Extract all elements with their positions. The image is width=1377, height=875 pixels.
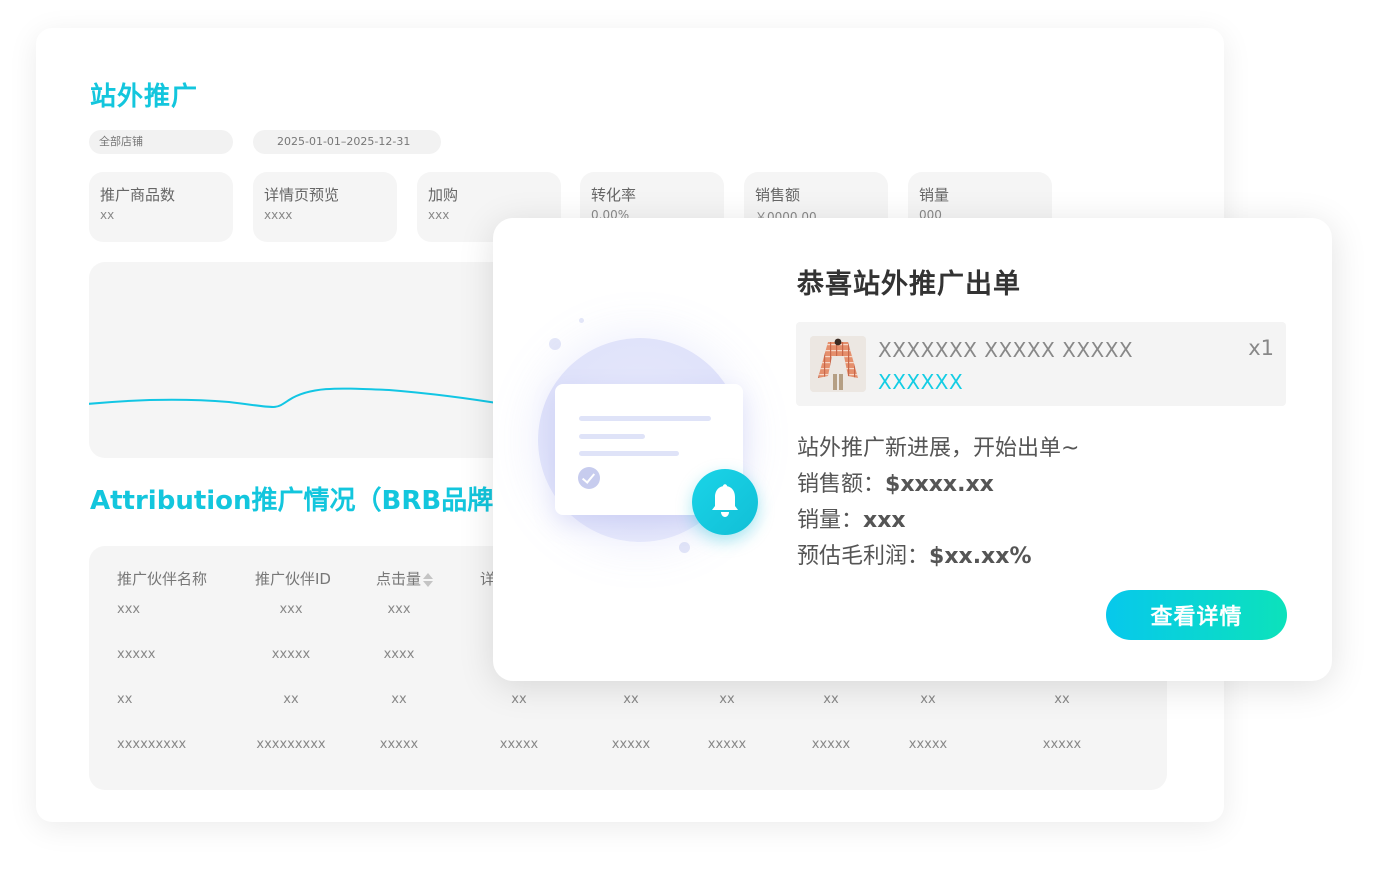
order-notification-popup: 恭喜站外推广出单 XXXXXXX XXXXX XXXXX XXXXXX x1 站… — [493, 218, 1332, 681]
table-cell: xxxxx — [908, 737, 948, 752]
metric-label: 销售额 — [755, 186, 801, 204]
doc-line — [579, 451, 679, 456]
metric-value: xx — [100, 208, 115, 222]
table-cell: xxxxx — [499, 737, 539, 752]
metric-label: 推广商品数 — [100, 186, 176, 204]
table-cell: xxxxxxxxx — [256, 737, 326, 752]
table-cell: xxx — [279, 602, 303, 617]
decor-dot — [549, 338, 561, 350]
sales-amount-label: 销售额： — [797, 472, 886, 497]
popup-title: 恭喜站外推广出单 — [797, 269, 1021, 300]
gross-margin-label: 预估毛利润： — [797, 544, 930, 569]
table-cell: xx — [511, 692, 527, 707]
product-summary[interactable]: XXXXXXX XXXXX XXXXX XXXXXX x1 — [796, 322, 1286, 406]
check-icon — [578, 467, 600, 489]
trend-line — [89, 387, 530, 408]
sales-volume-value: xxx — [863, 508, 906, 533]
column-header-partner-name[interactable]: 推广伙伴名称 — [117, 568, 207, 589]
table-cell: xx — [719, 692, 735, 707]
table-cell: xxxxx — [117, 647, 156, 662]
table-cell: xxxxxxxxx — [117, 737, 187, 752]
attribution-section-title: Attribution推广情况（BRB品牌引 — [90, 486, 520, 516]
sales-amount-value: $xxxx.xx — [885, 472, 994, 497]
notification-illustration — [493, 218, 793, 681]
table-cell: xxxxx — [379, 737, 419, 752]
table-cell: xxxxx — [271, 647, 311, 662]
column-header-clicks[interactable]: 点击量 — [376, 568, 434, 589]
table-cell: xxxxx — [1042, 737, 1082, 752]
product-sku: XXXXXX — [878, 370, 964, 394]
metric-promoted-products: 推广商品数 xx — [89, 172, 233, 242]
page-title: 站外推广 — [90, 82, 199, 112]
table-cell: xxx — [117, 602, 141, 617]
product-quantity: x1 — [1248, 336, 1274, 360]
table-cell: xx — [623, 692, 639, 707]
date-range-filter[interactable]: 2025-01-01–2025-12-31 — [253, 130, 441, 154]
metric-detail-views: 详情页预览 xxxx — [253, 172, 397, 242]
metric-label: 销量 — [919, 186, 950, 204]
table-cell: xxxx — [383, 647, 415, 662]
doc-line — [579, 434, 645, 439]
table-cell: xx — [117, 692, 133, 707]
table-cell: xx — [920, 692, 936, 707]
sales-amount-line: 销售额：$xxxx.xx — [797, 466, 994, 498]
sales-volume-line: 销量：xxx — [797, 502, 906, 534]
table-cell: xx — [1054, 692, 1070, 707]
bell-icon — [692, 469, 758, 535]
table-cell: xxxxx — [611, 737, 651, 752]
doc-line — [579, 416, 711, 421]
sort-icon[interactable] — [423, 571, 434, 589]
table-cell: xxx — [387, 602, 411, 617]
product-name: XXXXXXX XXXXX XXXXX — [878, 338, 1134, 362]
metric-label: 详情页预览 — [264, 186, 340, 204]
metric-value: xxxx — [264, 208, 293, 222]
gross-margin-value: $xx.xx% — [929, 544, 1032, 569]
decor-dot — [679, 542, 690, 553]
column-header-partner-id[interactable]: 推广伙伴ID — [255, 568, 331, 589]
view-details-button[interactable]: 查看详情 — [1106, 590, 1287, 640]
gross-margin-line: 预估毛利润：$xx.xx% — [797, 538, 1032, 570]
progress-message: 站外推广新进展，开始出单~ — [797, 436, 1080, 461]
product-image — [810, 336, 866, 392]
table-cell: xxxxx — [811, 737, 851, 752]
decor-dot — [579, 318, 584, 323]
table-cell: xx — [823, 692, 839, 707]
store-filter[interactable]: 全部店铺 — [89, 130, 233, 154]
metric-label: 转化率 — [591, 186, 637, 204]
table-cell: xxxxx — [707, 737, 747, 752]
table-cell: xx — [391, 692, 407, 707]
sales-volume-label: 销量： — [797, 508, 864, 533]
metric-label: 加购 — [428, 186, 459, 204]
table-cell: xx — [283, 692, 299, 707]
column-header-clicks-label: 点击量 — [376, 570, 422, 588]
